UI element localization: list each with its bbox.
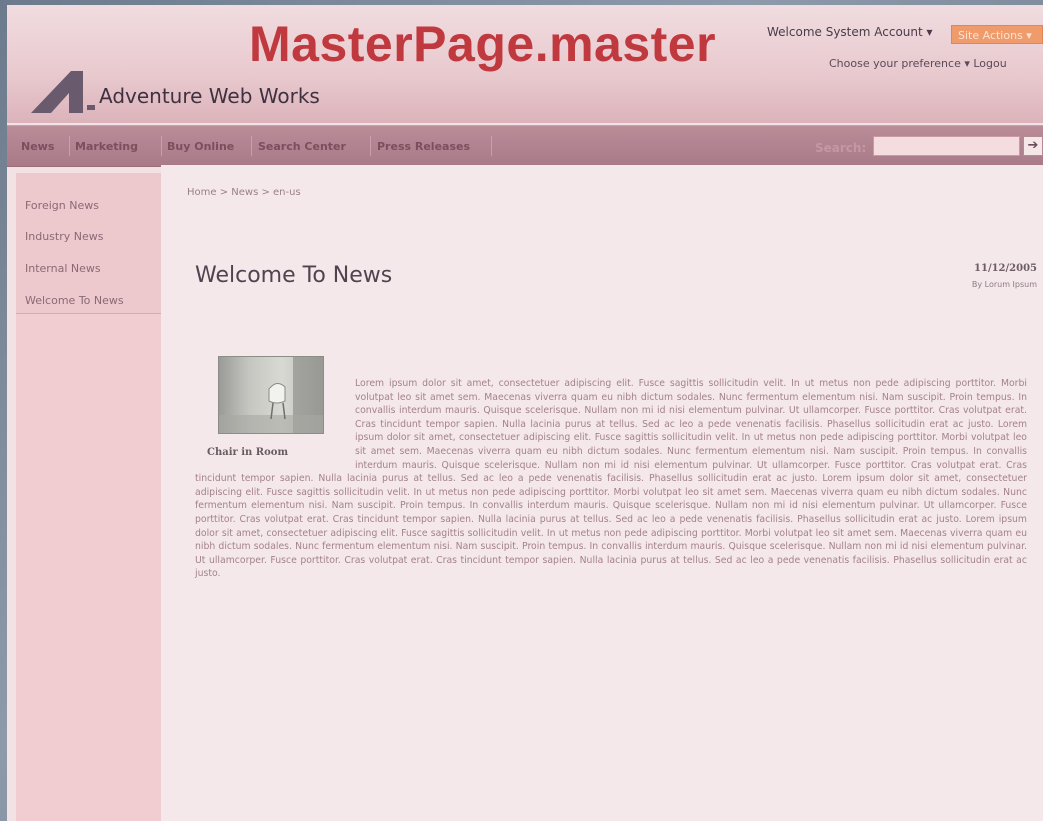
image-caption: Chair in Room bbox=[207, 447, 289, 458]
chair-icon bbox=[219, 357, 323, 433]
nav-divider bbox=[491, 136, 492, 156]
article: Chair in Room Lorem ipsum dolor sit amet… bbox=[195, 353, 1027, 581]
nav-divider bbox=[251, 136, 252, 156]
nav-item-marketing[interactable]: Marketing bbox=[75, 140, 138, 153]
site-actions-button[interactable]: Site Actions ▾ bbox=[951, 25, 1043, 44]
quick-launch: Foreign News Industry News Internal News… bbox=[16, 173, 161, 314]
main-content: Home > News > en-us Welcome To News 11/1… bbox=[161, 165, 1043, 821]
nav-item-press-releases[interactable]: Press Releases bbox=[377, 140, 470, 153]
article-byline: By Lorum Ipsum bbox=[971, 280, 1037, 289]
sidebar-item-welcome-to-news[interactable]: Welcome To News bbox=[25, 294, 124, 307]
search-label: Search: bbox=[815, 141, 867, 155]
top-nav: News Marketing Buy Online Search Center … bbox=[7, 125, 1043, 167]
article-figure: Chair in Room bbox=[195, 353, 355, 461]
nav-item-search-center[interactable]: Search Center bbox=[258, 140, 346, 153]
sidebar-item-internal-news[interactable]: Internal News bbox=[25, 262, 101, 275]
welcome-menu[interactable]: Welcome System Account ▾ bbox=[767, 25, 933, 39]
sidebar-item-industry-news[interactable]: Industry News bbox=[25, 230, 103, 243]
search-arrow-icon[interactable]: ➔ bbox=[1023, 136, 1043, 156]
search-input[interactable] bbox=[873, 136, 1020, 156]
nav-divider bbox=[370, 136, 371, 156]
page-title: Welcome To News bbox=[195, 263, 393, 288]
breadcrumb[interactable]: Home > News > en-us bbox=[187, 187, 301, 198]
site-brand[interactable]: Adventure Web Works bbox=[99, 84, 320, 108]
nav-divider bbox=[69, 136, 70, 156]
nav-item-buy-online[interactable]: Buy Online bbox=[167, 140, 234, 153]
chair-photo bbox=[218, 356, 324, 434]
article-date: 11/12/2005 bbox=[974, 263, 1037, 274]
preference-menu[interactable]: Choose your preference ▾ Logou bbox=[829, 57, 1007, 70]
browser-frame: Adventure Web Works Welcome System Accou… bbox=[7, 5, 1043, 821]
nav-divider bbox=[161, 136, 162, 156]
logo-a-icon[interactable] bbox=[31, 65, 95, 115]
left-sidebar: Foreign News Industry News Internal News… bbox=[16, 173, 161, 821]
nav-item-news[interactable]: News bbox=[21, 140, 54, 153]
sidebar-item-foreign-news[interactable]: Foreign News bbox=[25, 199, 99, 212]
watermark-label: MasterPage.master bbox=[249, 16, 717, 72]
